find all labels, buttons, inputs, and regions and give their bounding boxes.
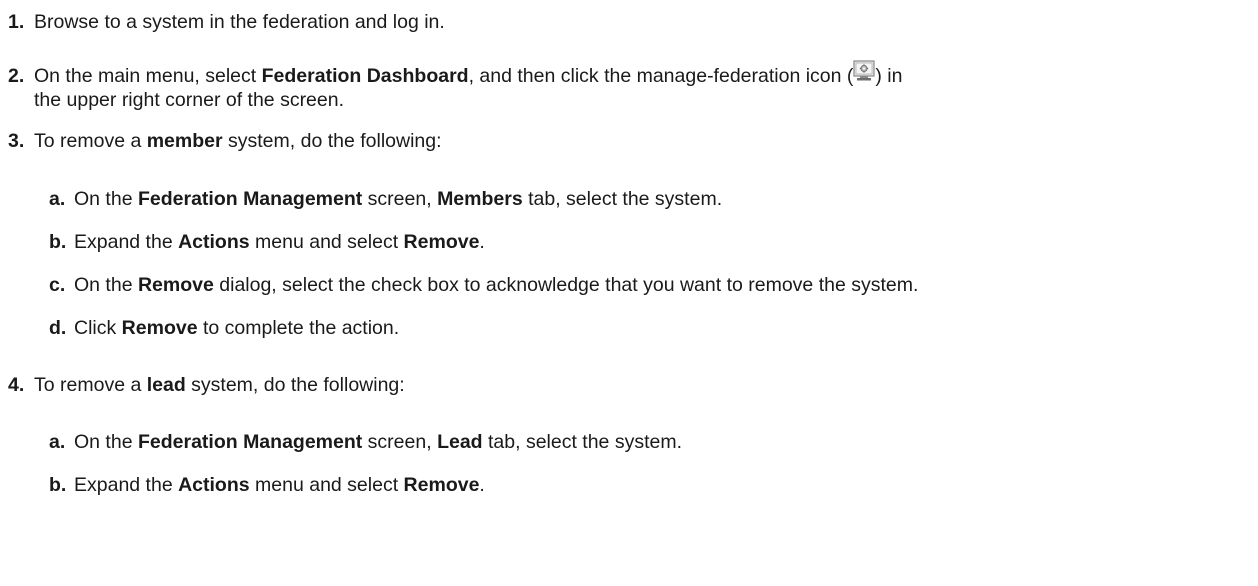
step-3a-text: On the Federation Management screen, Mem… (74, 187, 722, 211)
step-3b-part3: . (479, 231, 485, 253)
step-4b-letter: b. (49, 474, 67, 496)
step-4a-part2: screen, (362, 431, 438, 453)
step-3c-part2: dialog, select the check box to acknowle… (213, 274, 919, 296)
lead-label: lead (146, 374, 186, 396)
step-4-text-part2: system, do the following: (185, 374, 405, 396)
lead-tab-label: Lead (437, 431, 483, 453)
step-3-number: 3. (8, 130, 25, 152)
step-3c-part1: On the (74, 274, 138, 296)
step-4b-part3: . (479, 474, 485, 496)
step-2-text-line2: the upper right corner of the screen. (34, 89, 345, 111)
step-3a-letter: a. (49, 188, 66, 210)
remove-dialog-label: Remove (137, 274, 214, 296)
step-2-text-part3: ) in (875, 65, 903, 87)
step-3d-part1: Click (74, 317, 122, 339)
step-3a-part2: screen, (362, 188, 438, 210)
step-3d-part2: to complete the action. (197, 317, 400, 339)
step-3-text-part2: system, do the following: (222, 130, 442, 152)
step-4-text: To remove a lead system, do the followin… (34, 373, 405, 397)
step-1-number: 1. (8, 11, 25, 33)
step-3b-text: Expand the Actions menu and select Remov… (74, 230, 485, 254)
remove-label: Remove (403, 474, 480, 496)
step-3-text-part1: To remove a (34, 130, 147, 152)
step-3b-part1: Expand the (74, 231, 179, 253)
step-4b-part1: Expand the (74, 474, 179, 496)
federation-management-label: Federation Management (137, 188, 363, 210)
manage-federation-icon (853, 60, 875, 84)
step-3-text: To remove a member system, do the follow… (34, 129, 442, 153)
step-4-number: 4. (8, 374, 25, 396)
step-3d-letter: d. (49, 317, 67, 339)
remove-label: Remove (403, 231, 480, 253)
members-tab-label: Members (437, 188, 523, 210)
federation-management-label: Federation Management (137, 431, 363, 453)
step-3b-part2: menu and select (249, 231, 404, 253)
actions-menu-label: Actions (178, 231, 250, 253)
step-3c-letter: c. (49, 274, 66, 296)
step-4-text-part1: To remove a (34, 374, 147, 396)
step-3c-text: On the Remove dialog, select the check b… (74, 273, 918, 297)
step-3a-part3: tab, select the system. (522, 188, 723, 210)
step-3d-text: Click Remove to complete the action. (74, 316, 399, 340)
step-2-text-part2: , and then click the manage-federation i… (468, 65, 854, 87)
federation-dashboard-label: Federation Dashboard (261, 65, 469, 87)
step-4a-part1: On the (74, 431, 138, 453)
member-label: member (146, 130, 223, 152)
step-3a-part1: On the (74, 188, 138, 210)
step-4b-text: Expand the Actions menu and select Remov… (74, 473, 485, 497)
remove-button-label: Remove (121, 317, 198, 339)
step-4b-part2: menu and select (249, 474, 404, 496)
step-4a-part3: tab, select the system. (482, 431, 682, 453)
step-2-number: 2. (8, 65, 25, 87)
step-3b-letter: b. (49, 231, 67, 253)
step-2-text: On the main menu, select Federation Dash… (34, 60, 903, 88)
step-1-text: Browse to a system in the federation and… (34, 11, 445, 33)
step-2-text-part1: On the main menu, select (34, 65, 262, 87)
step-4a-letter: a. (49, 431, 66, 453)
step-4a-text: On the Federation Management screen, Lea… (74, 430, 682, 454)
actions-menu-label: Actions (178, 474, 250, 496)
